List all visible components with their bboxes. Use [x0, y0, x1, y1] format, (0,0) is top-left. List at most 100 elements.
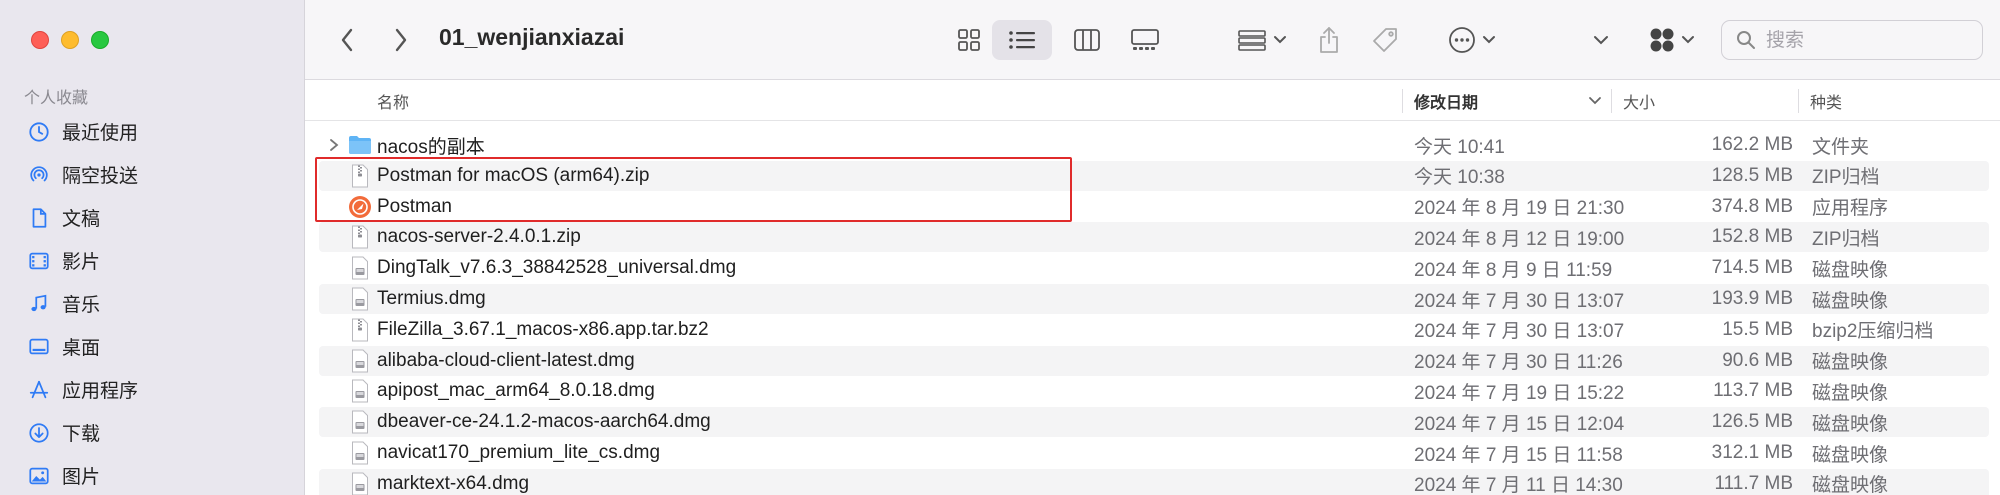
file-kind: ZIP归档: [1812, 228, 1880, 250]
file-date: 2024 年 8 月 9 日 11:59: [1414, 259, 1613, 281]
sidebar-item[interactable]: 隔空投送: [0, 153, 305, 196]
disk-image-icon: [347, 346, 373, 376]
file-date: 今天 10:38: [1414, 167, 1505, 189]
file-size: 113.7 MB: [1713, 380, 1793, 402]
sidebar-item[interactable]: 图片: [0, 454, 305, 495]
window-title: 01_wenjianxiazai: [439, 24, 625, 50]
file-size: 111.7 MB: [1714, 472, 1793, 494]
toolbar: 01_wenjianxiazai: [305, 0, 2000, 80]
file-row[interactable]: marktext-x64.dmg 2024 年 7 月 11 日 14:30 111…: [319, 468, 1989, 495]
music-note-icon: [26, 291, 52, 317]
kind-column-header[interactable]: 种类: [1810, 81, 1842, 121]
file-date: 2024 年 8 月 12 日 19:00: [1414, 228, 1625, 250]
postman-app-icon: [347, 192, 373, 222]
gallery-view-button[interactable]: [1121, 20, 1169, 60]
search-field[interactable]: [1721, 20, 1983, 60]
file-row[interactable]: Termius.dmg 2024 年 7 月 30 日 13:07 193.9 MB…: [319, 284, 1989, 314]
group-by-button[interactable]: [1231, 20, 1293, 60]
chevron-down-icon: [1682, 36, 1694, 44]
sidebar-item-label: 隔空投送: [62, 165, 139, 187]
sort-descending-icon: [1589, 97, 1601, 105]
disk-image-icon: [347, 284, 373, 314]
column-divider[interactable]: [1611, 89, 1612, 113]
file-row[interactable]: navicat170_premium_lite_cs.dmg 2024 年 7 月…: [319, 438, 1989, 468]
chevron-down-icon: [1274, 36, 1286, 44]
file-row[interactable]: apipost_mac_arm64_8.0.18.dmg 2024 年 7 月 1…: [319, 376, 1989, 406]
file-row[interactable]: nacos的副本 今天 10:41 162.2 MB 文件夹: [319, 130, 1989, 160]
file-date: 2024 年 7 月 30 日 13:07: [1414, 321, 1625, 343]
zoom-window-button[interactable]: [91, 31, 109, 49]
sidebar-item[interactable]: 文稿: [0, 196, 305, 239]
file-row[interactable]: DingTalk_v7.6.3_38842528_universal.dmg 20…: [319, 253, 1989, 283]
sidebar-item-label: 影片: [62, 251, 101, 273]
column-view-button[interactable]: [1063, 20, 1111, 60]
file-row[interactable]: Postman for macOS (arm64).zip 今天 10:38 128…: [319, 160, 1989, 191]
file-size: 128.5 MB: [1711, 164, 1793, 186]
file-name: Postman for macOS (arm64).zip: [377, 164, 650, 186]
search-input[interactable]: [1766, 29, 1966, 51]
share-button[interactable]: [1309, 20, 1349, 60]
four-leaf-icon: [1650, 28, 1674, 52]
column-divider[interactable]: [1798, 89, 1799, 113]
minimize-window-button[interactable]: [61, 31, 79, 49]
tags-button[interactable]: [1365, 20, 1405, 60]
file-size: 162.2 MB: [1711, 134, 1793, 155]
sidebar-item[interactable]: 下载: [0, 411, 305, 454]
file-row[interactable]: alibaba-cloud-client-latest.dmg 2024 年 7 …: [319, 345, 1989, 376]
file-size: 374.8 MB: [1711, 195, 1793, 217]
icon-view-button[interactable]: [945, 20, 993, 60]
back-button[interactable]: [329, 20, 365, 60]
desktop-icon: [26, 334, 52, 360]
chevron-down-icon: [1594, 36, 1608, 45]
sidebar-item[interactable]: 影片: [0, 239, 305, 282]
file-name: apipost_mac_arm64_8.0.18.dmg: [377, 380, 655, 402]
file-name: DingTalk_v7.6.3_38842528_universal.dmg: [377, 257, 737, 279]
share-icon: [1320, 27, 1338, 53]
toolbar-overflow-button[interactable]: [1583, 20, 1619, 60]
sidebar-item-label: 下载: [62, 423, 101, 445]
tag-icon: [1373, 28, 1397, 52]
sidebar-item[interactable]: 最近使用: [0, 110, 305, 153]
document-icon: [26, 205, 52, 231]
file-name: alibaba-cloud-client-latest.dmg: [377, 349, 635, 371]
file-kind: 磁盘映像: [1812, 290, 1889, 312]
file-date: 2024 年 7 月 11 日 14:30: [1414, 475, 1623, 495]
search-icon: [1737, 31, 1755, 49]
folder-icon: [347, 130, 373, 160]
file-row[interactable]: Postman 2024 年 8 月 19 日 21:30 374.8 MB 应用程序: [319, 192, 1989, 222]
date-column-header[interactable]: 修改日期: [1414, 81, 1602, 121]
name-column-header[interactable]: 名称: [377, 81, 409, 121]
forward-button[interactable]: [383, 20, 419, 60]
file-kind: 磁盘映像: [1812, 413, 1889, 435]
disk-image-icon: [347, 438, 373, 468]
grid-icon: [958, 29, 980, 51]
close-window-button[interactable]: [31, 31, 49, 49]
sidebar-item-label: 最近使用: [62, 122, 139, 144]
applications-icon: [26, 377, 52, 403]
disk-image-icon: [347, 253, 373, 283]
file-kind: 文件夹: [1812, 136, 1870, 158]
chevron-left-icon: [341, 28, 353, 52]
chevron-right-icon: [395, 28, 407, 52]
file-kind: 磁盘映像: [1812, 475, 1889, 495]
column-divider[interactable]: [1402, 89, 1403, 113]
date-column-label: 修改日期: [1414, 93, 1479, 112]
sidebar-item-label: 文稿: [62, 208, 101, 230]
disclosure-triangle-icon[interactable]: [329, 130, 341, 160]
more-actions-button[interactable]: [1443, 20, 1501, 60]
size-column-header[interactable]: 大小: [1623, 81, 1655, 121]
sidebar-item[interactable]: 音乐: [0, 282, 305, 325]
file-row[interactable]: dbeaver-ce-24.1.2-macos-aarch64.dmg 2024 …: [319, 407, 1989, 438]
file-date: 2024 年 7 月 15 日 11:58: [1414, 444, 1623, 466]
file-size: 193.9 MB: [1711, 288, 1793, 309]
file-row[interactable]: FileZilla_3.67.1_macos-x86.app.tar.bz2 20…: [319, 315, 1989, 345]
file-name: marktext-x64.dmg: [377, 472, 530, 494]
file-kind: 应用程序: [1812, 198, 1889, 220]
sidebar-item[interactable]: 应用程序: [0, 368, 305, 411]
list-view-button[interactable]: [992, 20, 1052, 60]
file-name: FileZilla_3.67.1_macos-x86.app.tar.bz2: [377, 318, 709, 340]
sidebar-item[interactable]: 桌面: [0, 325, 305, 368]
apps-menu-button[interactable]: [1641, 20, 1703, 60]
file-kind: 磁盘映像: [1812, 352, 1889, 374]
file-row[interactable]: nacos-server-2.4.0.1.zip 2024 年 8 月 12 日 …: [319, 222, 1989, 253]
